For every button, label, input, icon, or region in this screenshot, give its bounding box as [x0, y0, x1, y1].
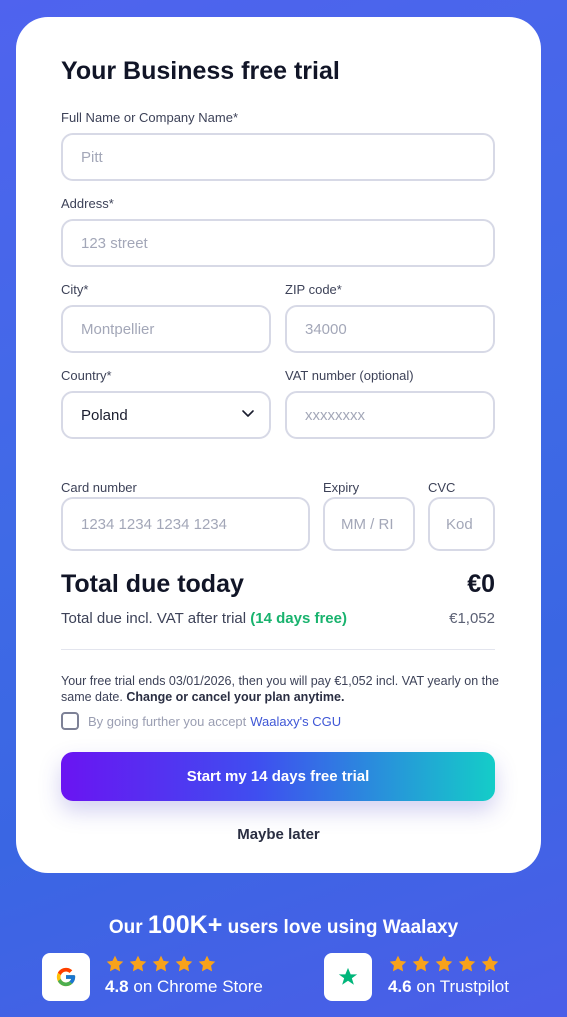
- star-icon: [129, 955, 147, 972]
- trustpilot-logo-icon: [324, 953, 372, 1001]
- star-icon: [435, 955, 453, 972]
- consent-checkbox[interactable]: [61, 712, 79, 730]
- country-value: Poland: [81, 406, 128, 424]
- promo-prefix: Our: [108, 917, 143, 938]
- maybe-later-button[interactable]: Maybe later: [16, 826, 541, 843]
- chrome-rating-text: 4.8 on Chrome Store: [105, 977, 263, 997]
- vat-after-trial-value: €1,052: [449, 610, 495, 627]
- consent-text: By going further you accept: [88, 713, 247, 729]
- form-title: Your Business free trial: [61, 57, 340, 85]
- address-label: Address*: [61, 196, 114, 211]
- name-input[interactable]: [61, 133, 495, 181]
- cvc-input[interactable]: [428, 497, 495, 551]
- card-number-label: Card number: [61, 480, 137, 495]
- star-icon: [198, 955, 216, 972]
- trustpilot-rating-text: 4.6 on Trustpilot: [388, 977, 509, 997]
- trial-notice-bold: Change or cancel your plan anytime.: [126, 690, 345, 704]
- vat-after-trial-text: Total due incl. VAT after trial: [61, 610, 247, 627]
- zip-label: ZIP code*: [285, 282, 342, 297]
- google-logo-icon: [42, 953, 90, 1001]
- country-select[interactable]: Poland: [61, 391, 271, 439]
- divider: [61, 649, 495, 650]
- zip-input[interactable]: [285, 305, 495, 353]
- chrome-rating-stars: [105, 954, 217, 974]
- cgu-link[interactable]: Waalaxy's CGU: [250, 714, 341, 729]
- city-label: City*: [61, 282, 89, 297]
- vat-number-label: VAT number (optional): [285, 368, 414, 383]
- total-due-label: Total due today: [61, 570, 244, 598]
- star-icon: [458, 955, 476, 972]
- trustpilot-rating-stars: [388, 954, 500, 974]
- expiry-label: Expiry: [323, 480, 360, 495]
- star-icon: [389, 955, 407, 972]
- chrome-rating-label: on Chrome Store: [133, 977, 263, 996]
- promo-suffix: users love using Waalaxy: [227, 917, 459, 938]
- consent-row: By going further you accept Waalaxy's CG…: [61, 712, 341, 730]
- trial-notice: Your free trial ends 03/01/2026, then yo…: [61, 673, 501, 705]
- city-input[interactable]: [61, 305, 271, 353]
- star-icon: [481, 955, 499, 972]
- trustpilot-rating-score: 4.6: [388, 977, 412, 996]
- address-input[interactable]: [61, 219, 495, 267]
- total-due-value: €0: [467, 570, 495, 598]
- star-icon: [175, 955, 193, 972]
- trustpilot-rating-label: on Trustpilot: [416, 977, 509, 996]
- name-label: Full Name or Company Name*: [61, 110, 239, 125]
- star-icon: [412, 955, 430, 972]
- cvc-label: CVC: [428, 480, 456, 495]
- chevron-down-icon: [241, 406, 255, 424]
- promo-user-count: 100K+: [147, 911, 223, 939]
- free-days-badge: (14 days free): [250, 610, 347, 627]
- country-label: Country*: [61, 368, 112, 383]
- promo-heading: Our 100K+ users love using Waalaxy: [0, 911, 567, 940]
- trial-form-card: Your Business free trial Full Name or Co…: [16, 17, 541, 873]
- chrome-rating-score: 4.8: [105, 977, 129, 996]
- vat-after-trial-label: Total due incl. VAT after trial (14 days…: [61, 610, 347, 627]
- card-number-input[interactable]: [61, 497, 310, 551]
- expiry-input[interactable]: [323, 497, 415, 551]
- vat-number-input[interactable]: [285, 391, 495, 439]
- start-trial-button[interactable]: Start my 14 days free trial: [61, 752, 495, 801]
- star-icon: [106, 955, 124, 972]
- star-icon: [152, 955, 170, 972]
